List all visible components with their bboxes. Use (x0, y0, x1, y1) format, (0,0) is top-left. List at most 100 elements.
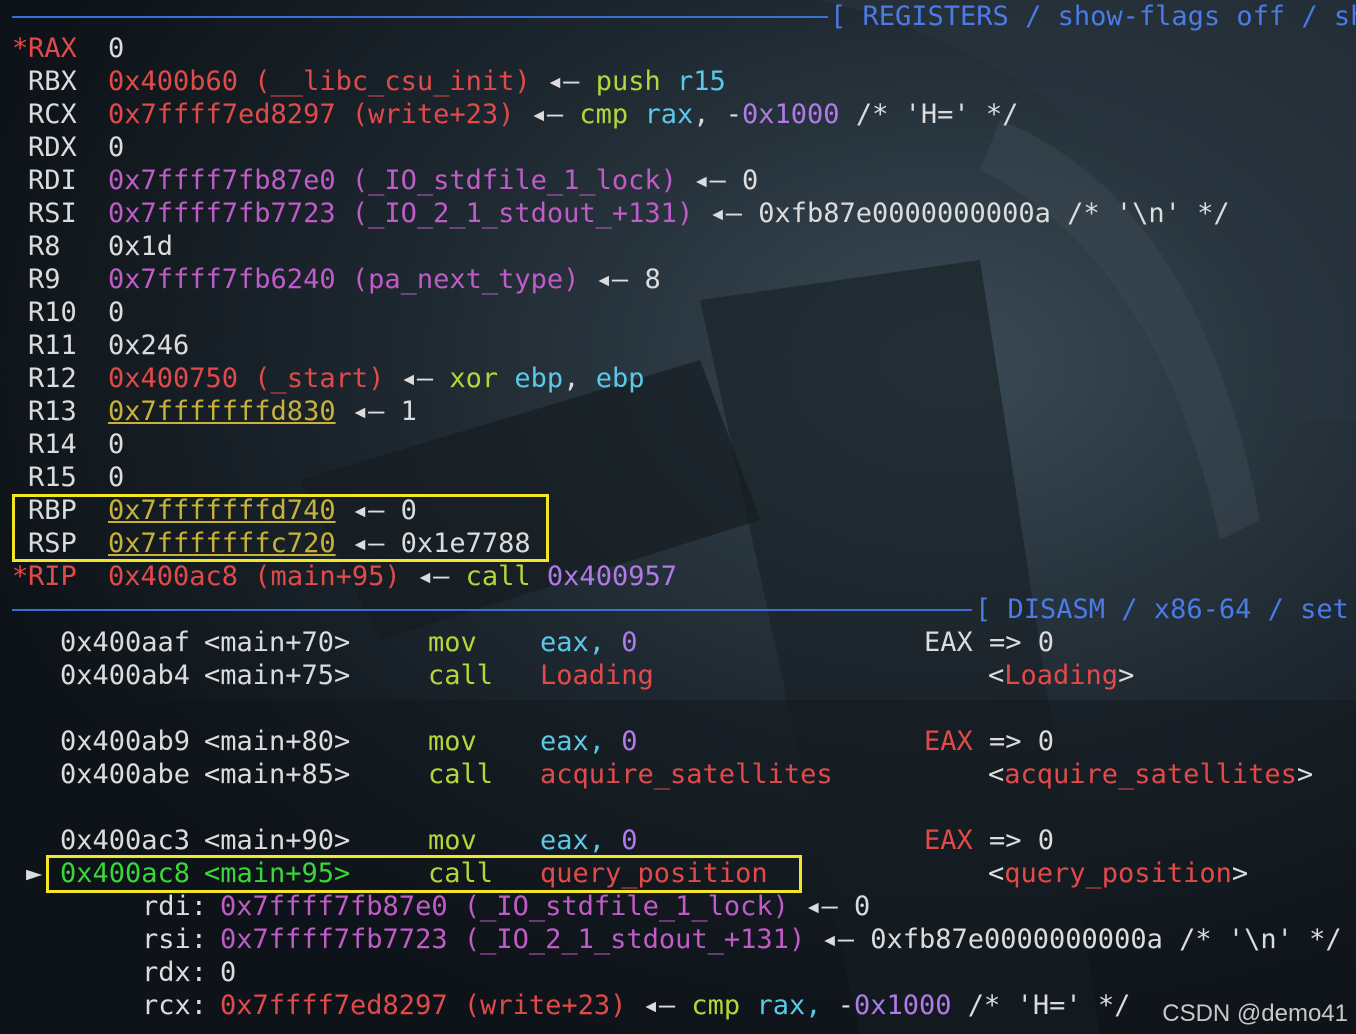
register-value-group: 0 (108, 131, 124, 164)
register-value-group: 0x400750 (_start) ◂— xor ebp, ebp (108, 362, 645, 395)
instruction-location: <main+70> (204, 627, 351, 658)
register-value-group: 0x7fffffffd830 ◂— 1 (108, 395, 417, 428)
register-changed-marker (12, 296, 28, 329)
instruction-op: call (465, 561, 547, 592)
deref-arrow: ◂— (335, 396, 401, 427)
register-value-group: 0x400ac8 (main+95) ◂— call 0x400957 (108, 560, 677, 593)
instruction-operands: eax, 0 (540, 824, 638, 857)
call-target: acquire_satellites (540, 759, 833, 790)
operand-register: eax, (540, 825, 622, 856)
note-register: EAX (924, 825, 973, 856)
arg-value-group: 0x7ffff7fb7723 (_IO_2_1_stdout_+131) ◂— … (220, 923, 1342, 956)
note-register: EAX (924, 627, 973, 658)
current-instruction-highlight (46, 855, 802, 893)
register-value-group: 0x400b60 (__libc_csu_init) ◂— push r15 (108, 65, 726, 98)
register-name: RCX (28, 99, 77, 130)
register-value: 0 (108, 132, 125, 163)
call-target-note: <query_position> (988, 857, 1248, 890)
instruction-arg: rax, (756, 990, 822, 1021)
register-value: 0x7fffffffd830 (108, 396, 336, 427)
register-changed-marker: * (12, 33, 29, 64)
watermark: CSDN @demo41 (1162, 1000, 1348, 1027)
arg-name: rsi: (142, 924, 208, 955)
register-changed-marker (12, 98, 28, 131)
deref-value: 0xfb87e0000000000a (870, 924, 1163, 955)
instruction-mnemonic: mov (428, 627, 477, 658)
register-name: R9 (28, 264, 61, 295)
deref-arrow: ◂— (788, 891, 854, 922)
register-symbol: (_start) (238, 363, 385, 394)
deref-arrow: ◂— (626, 990, 692, 1021)
instruction-location: <main+80> (204, 726, 351, 757)
deref-arrow: ◂— (530, 66, 596, 97)
deref-arrow: ◂— (693, 198, 759, 229)
arg-value: 0x7ffff7ed8297 (220, 990, 448, 1021)
note-function: acquire_satellites (1004, 759, 1297, 790)
current-instruction-marker: ► (26, 858, 43, 889)
register-symbol: (pa_next_type) (335, 264, 580, 295)
register-value: 0x400ac8 (108, 561, 239, 592)
instruction-location: <main+75> (204, 660, 351, 691)
register-value: 0 (108, 297, 125, 328)
register-symbol: (_IO_stdfile_1_lock) (335, 165, 677, 196)
register-changed-marker (12, 362, 28, 395)
note-register: EAX (924, 726, 973, 757)
comment: /* 'H=' */ (839, 99, 1019, 130)
register-name: R12 (28, 363, 77, 394)
operand-immediate: 0 (621, 825, 638, 856)
register-changed-marker (12, 164, 28, 197)
register-name: RDX (28, 132, 77, 163)
register-value-group: 0x7ffff7fb87e0 (_IO_stdfile_1_lock) ◂— 0 (108, 164, 758, 197)
comment: /* '\n' */ (1162, 924, 1342, 955)
deref-arrow: ◂— (805, 924, 871, 955)
register-value-group: 0x7ffff7fb7723 (_IO_2_1_stdout_+131) ◂— … (108, 197, 1230, 230)
register-symbol: (_IO_2_1_stdout_+131) (335, 198, 694, 229)
emulation-note: EAX => 0 (924, 725, 1054, 758)
instruction-mnemonic: call (428, 660, 494, 691)
register-value: 0x400b60 (108, 66, 239, 97)
instruction-sep: , - (693, 99, 743, 130)
note-function: query_position (1004, 858, 1232, 889)
operand-register: eax, (540, 726, 622, 757)
register-changed-marker (12, 230, 28, 263)
register-name: RIP (28, 561, 77, 592)
instruction-arg: r15 (676, 66, 726, 97)
operand-immediate: 0 (621, 627, 638, 658)
deref-value: 0 (853, 891, 871, 922)
register-value-group: 0 (108, 461, 124, 494)
instruction-arg: 0x1000 (854, 990, 952, 1021)
instruction-arg: 0x1000 (742, 99, 840, 130)
instruction-location: <main+90> (204, 825, 351, 856)
deref-value: 0 (741, 165, 759, 196)
register-name: RBX (28, 66, 77, 97)
arg-symbol: (_IO_stdfile_1_lock) (447, 891, 789, 922)
arg-name: rdx: (142, 957, 208, 988)
register-name: R13 (28, 396, 77, 427)
register-value-group: 0x246 (108, 329, 189, 362)
instruction-operands: eax, 0 (540, 725, 638, 758)
register-symbol: (__libc_csu_init) (238, 66, 531, 97)
bracket: > (1118, 660, 1135, 691)
disasm-header-label: [ DISASM / x86-64 / set (975, 594, 1349, 625)
instruction-arg: ebp (595, 363, 645, 394)
register-value: 0x246 (108, 330, 190, 361)
call-target-note: <Loading> (988, 659, 1134, 692)
register-value-group: 0x7ffff7fb6240 (pa_next_type) ◂— 8 (108, 263, 661, 296)
comment: /* 'H=' */ (951, 990, 1131, 1021)
emulation-note: EAX => 0 (924, 626, 1054, 659)
arg-symbol: (write+23) (447, 990, 627, 1021)
instruction-op: push (595, 66, 677, 97)
emulation-note: EAX => 0 (924, 824, 1054, 857)
note-value: => 0 (972, 627, 1055, 658)
register-value-group: 0 (108, 296, 124, 329)
arg-value-group: 0 (220, 956, 236, 989)
deref-arrow: ◂— (579, 264, 645, 295)
deref-arrow: ◂— (384, 363, 450, 394)
register-name: R8 (28, 231, 61, 262)
arg-value: 0x7ffff7fb87e0 (220, 891, 448, 922)
arg-name: rcx: (142, 990, 208, 1021)
bracket: < (988, 858, 1005, 889)
disasm-header-rule (12, 609, 972, 611)
instruction-operands: eax, 0 (540, 626, 638, 659)
register-changed-marker (12, 461, 28, 494)
